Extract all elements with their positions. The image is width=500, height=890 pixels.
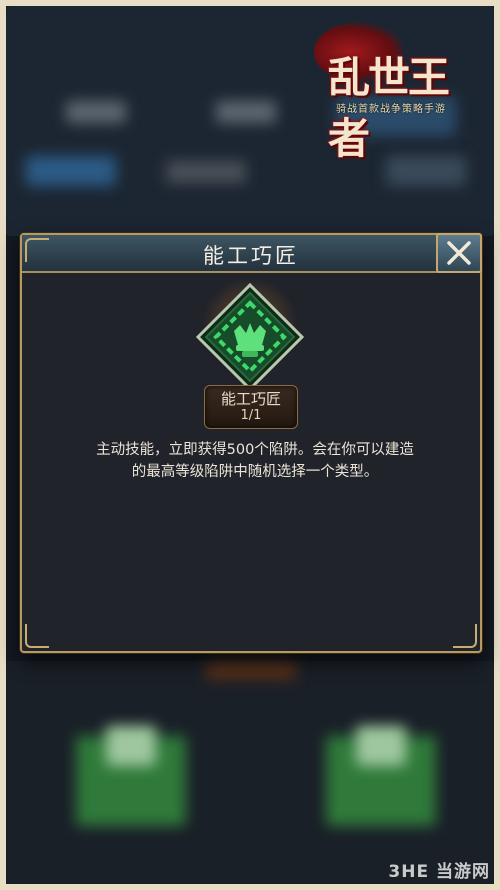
close-x-icon [447, 241, 471, 265]
bg-item [166, 161, 246, 183]
close-button[interactable] [436, 233, 482, 273]
bg-item [216, 101, 276, 123]
bg-item [26, 156, 116, 186]
dialog-header: 能工巧匠 [22, 235, 480, 273]
logo-subtitle: 骑战首款战争策略手游 [336, 104, 446, 115]
skill-level: 1/1 [240, 408, 262, 423]
site-watermark: 3HE 当游网 [388, 862, 490, 882]
skill-name-plate: 能工巧匠 1/1 [204, 385, 298, 429]
bg-item [106, 726, 156, 766]
ornament-corner [25, 624, 49, 648]
chain-trap-diamond-icon [195, 282, 305, 392]
description-line: 主动技能，立即获得500个陷阱。会在你可以建造 [96, 442, 414, 458]
skill-dialog: 能工巧匠 能工巧匠 1/1 主动技能，立即获得500个陷阱。会在你可以建造 的最… [20, 233, 482, 653]
ornament-corner [453, 624, 477, 648]
bg-item [66, 101, 126, 123]
description-line: 的最高等级陷阱中随机选择一个类型。 [131, 464, 379, 480]
game-logo: 乱世王者 骑战首款战争策略手游 [314, 22, 484, 163]
dialog-title: 能工巧匠 [203, 244, 299, 268]
bg-item [356, 726, 406, 766]
bg-item [206, 661, 296, 679]
skill-description: 主动技能，立即获得500个陷阱。会在你可以建造 的最高等级陷阱中随机选择一个类型… [70, 439, 440, 483]
skill-name: 能工巧匠 [220, 390, 281, 408]
